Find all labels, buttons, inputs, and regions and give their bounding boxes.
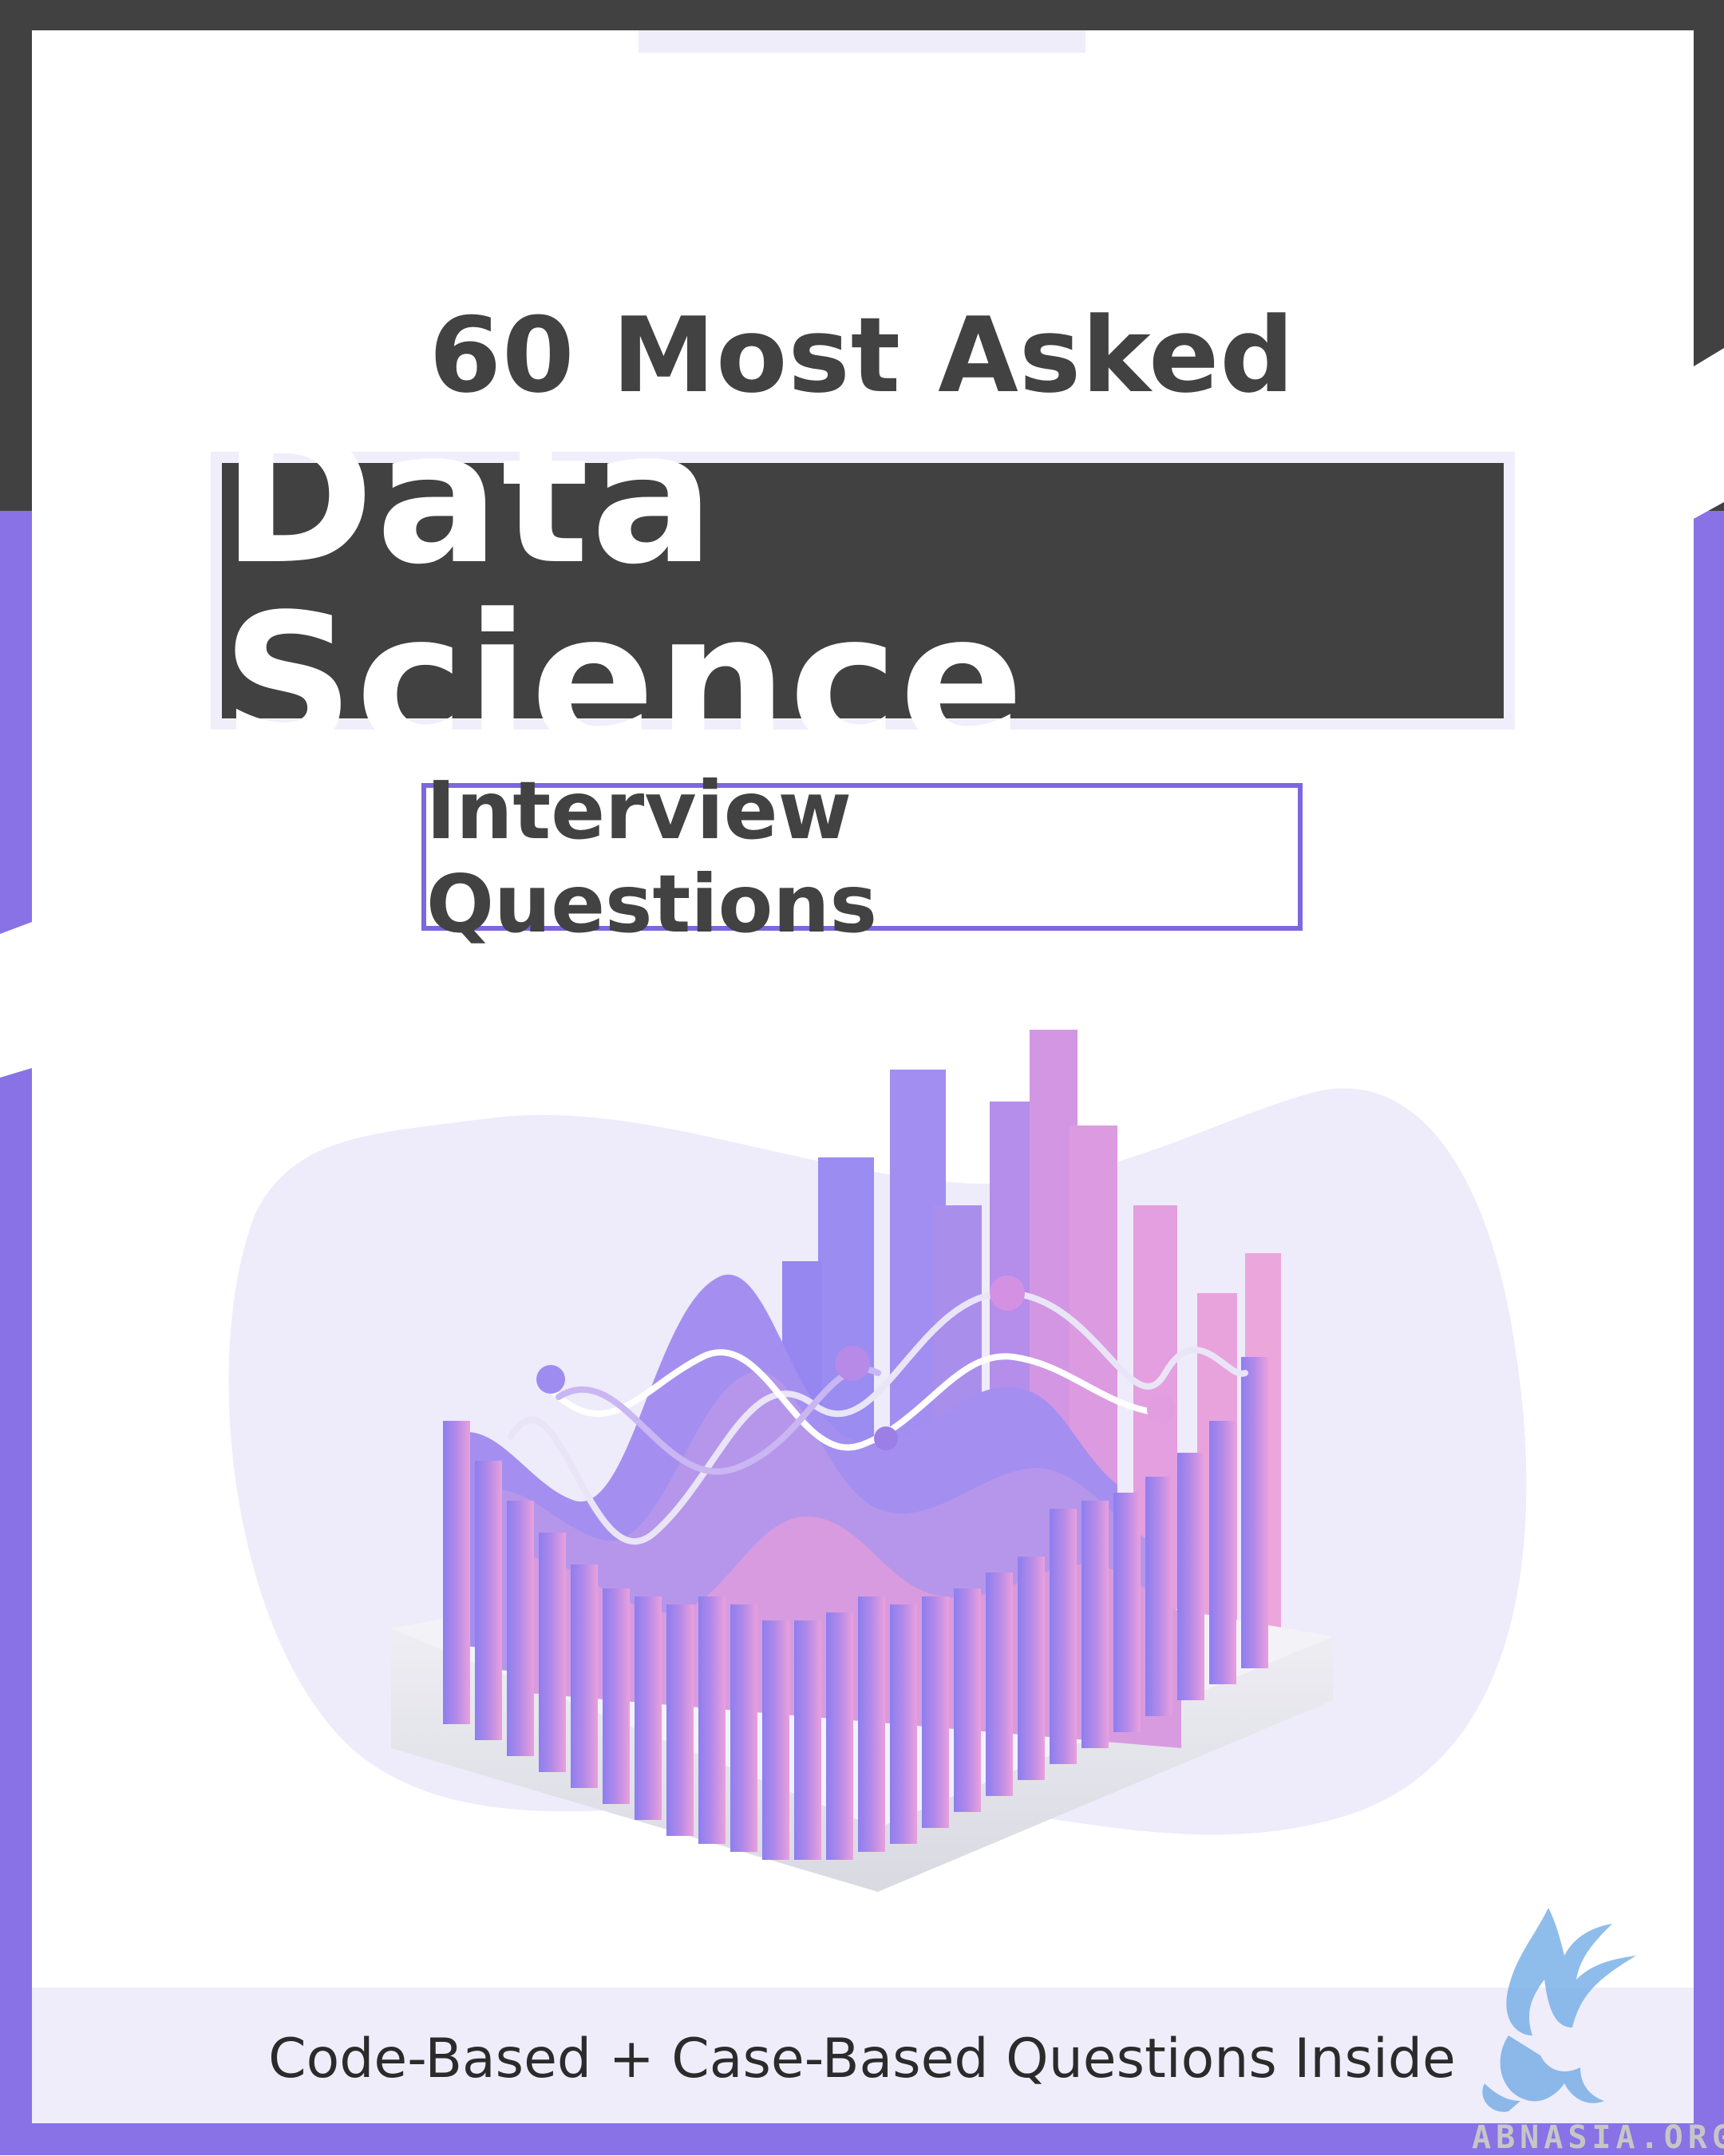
watermark-text: ABNASIA.ORG	[1472, 2119, 1724, 2156]
bar-chart-illustration-icon	[228, 1030, 1527, 1892]
griffin-logo-icon	[1482, 1908, 1636, 2112]
